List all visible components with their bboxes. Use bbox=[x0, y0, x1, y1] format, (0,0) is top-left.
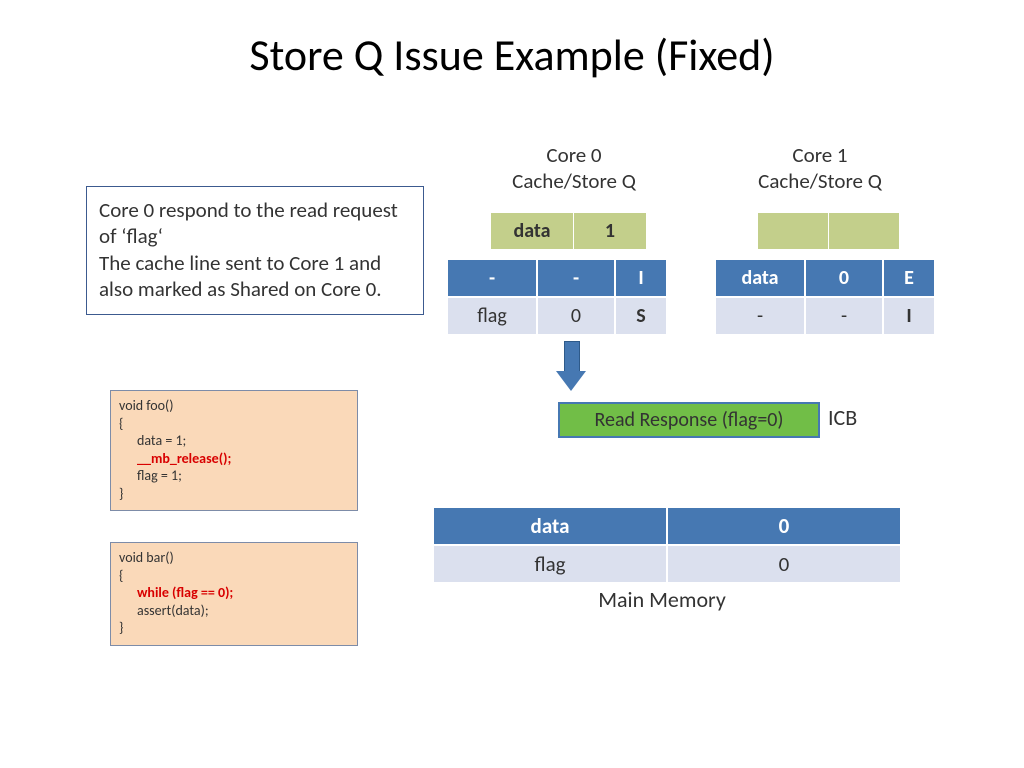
cache-cell: E bbox=[883, 259, 935, 297]
core1-cache: data 0 E - - I bbox=[714, 258, 936, 336]
core0-storeq: data 1 bbox=[490, 212, 647, 250]
main-memory-label: Main Memory bbox=[432, 586, 892, 613]
code-line: flag = 1; bbox=[119, 467, 349, 485]
cache-cell: - bbox=[537, 259, 615, 297]
storeq-cell: data bbox=[491, 213, 574, 250]
code-line: } bbox=[119, 619, 349, 637]
storeq-cell: 1 bbox=[574, 213, 647, 250]
core1-label: Core 1Cache/Store Q bbox=[720, 142, 920, 194]
storeq-cell bbox=[829, 213, 900, 250]
code-line: } bbox=[119, 485, 349, 503]
slide-title: Store Q Issue Example (Fixed) bbox=[0, 28, 1024, 82]
code-line: data = 1; bbox=[119, 432, 349, 450]
cache-cell: - bbox=[715, 297, 805, 335]
code-foo: void foo() { data = 1; __mb_release(); f… bbox=[110, 390, 358, 511]
arrow-down-icon bbox=[556, 341, 586, 393]
cache-cell: 0 bbox=[805, 259, 883, 297]
read-response: Read Response (flag=0) bbox=[558, 402, 820, 438]
code-line: assert(data); bbox=[119, 602, 349, 620]
code-line: while (flag == 0); bbox=[119, 584, 349, 602]
code-bar: void bar() { while (flag == 0); assert(d… bbox=[110, 542, 358, 646]
cache-cell: S bbox=[615, 297, 667, 335]
cache-cell: - bbox=[447, 259, 537, 297]
storeq-cell bbox=[758, 213, 829, 250]
core0-label: Core 0Cache/Store Q bbox=[474, 142, 674, 194]
mem-cell: flag bbox=[433, 545, 667, 583]
code-line: void bar() bbox=[119, 549, 349, 567]
code-line: __mb_release(); bbox=[119, 450, 349, 468]
icb-label: ICB bbox=[828, 404, 857, 431]
code-line: { bbox=[119, 415, 349, 433]
cache-cell: I bbox=[883, 297, 935, 335]
mem-cell: data bbox=[433, 507, 667, 545]
cache-cell: I bbox=[615, 259, 667, 297]
cache-cell: data bbox=[715, 259, 805, 297]
cache-cell: - bbox=[805, 297, 883, 335]
main-memory: data 0 flag 0 bbox=[432, 506, 902, 584]
cache-cell: 0 bbox=[537, 297, 615, 335]
core1-storeq bbox=[757, 212, 900, 250]
code-line: void foo() bbox=[119, 397, 349, 415]
code-line: { bbox=[119, 567, 349, 585]
cache-cell: flag bbox=[447, 297, 537, 335]
core0-cache: - - I flag 0 S bbox=[446, 258, 668, 336]
mem-cell: 0 bbox=[667, 545, 901, 583]
mem-cell: 0 bbox=[667, 507, 901, 545]
explain-box: Core 0 respond to the read request of ‘f… bbox=[86, 186, 424, 315]
